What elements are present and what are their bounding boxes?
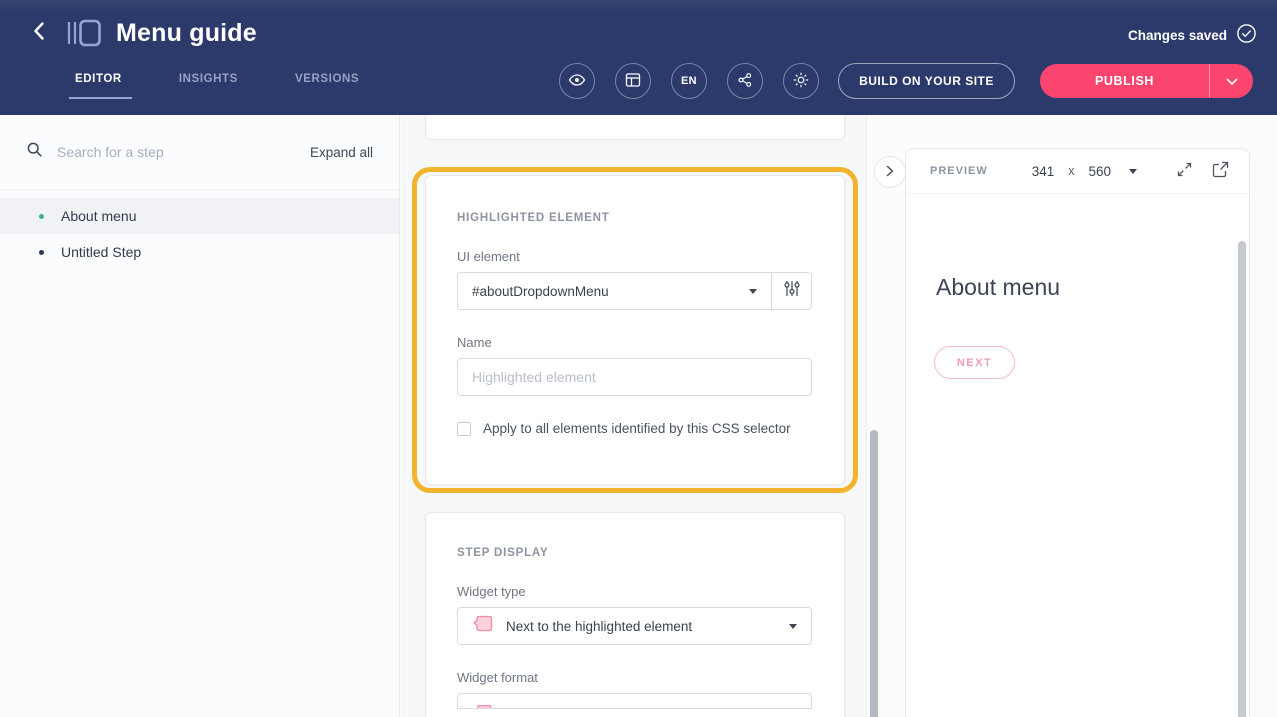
publish-button[interactable]: PUBLISH <box>1040 64 1209 98</box>
changes-saved-text: Changes saved <box>1128 28 1227 43</box>
ui-element-value: #aboutDropdownMenu <box>472 284 737 299</box>
publish-split-button: PUBLISH <box>1040 64 1253 98</box>
expand-all-link[interactable]: Expand all <box>310 145 373 160</box>
check-circle-icon <box>1236 23 1257 47</box>
preview-next-button[interactable]: NEXT <box>934 346 1015 379</box>
card-heading: STEP DISPLAY <box>457 547 812 559</box>
name-label: Name <box>457 335 812 350</box>
step-label: About menu <box>61 208 137 224</box>
fullscreen-preview-button[interactable] <box>1176 161 1193 181</box>
steps-sidebar: Expand all About menu Untitled Step <box>0 115 400 717</box>
select-caret-icon <box>789 624 797 629</box>
step-bullet-icon <box>39 214 44 219</box>
gear-icon <box>792 71 810 92</box>
widget-format-select-partial[interactable] <box>457 693 812 709</box>
step-label: Untitled Step <box>61 244 141 260</box>
changes-saved-status: Changes saved <box>1128 23 1257 47</box>
apply-all-checkbox-row: Apply to all elements identified by this… <box>457 421 812 436</box>
highlighted-element-card: HIGHLIGHTED ELEMENT UI element #aboutDro… <box>425 175 845 485</box>
ui-element-select[interactable]: #aboutDropdownMenu <box>458 273 771 309</box>
sliders-icon <box>783 280 801 302</box>
apply-all-checkbox-label: Apply to all elements identified by this… <box>483 421 791 436</box>
build-on-your-site-button[interactable]: BUILD ON YOUR SITE <box>838 63 1015 99</box>
preview-size-selector[interactable]: 341 x 560 <box>1032 164 1137 179</box>
step-item-untitled-step[interactable]: Untitled Step <box>0 234 399 270</box>
step-item-about-menu[interactable]: About menu <box>0 198 399 234</box>
top-header: Menu guide EDITOR INSIGHTS VERSIONS EN <box>0 0 1277 115</box>
step-editor-column: HIGHLIGHTED ELEMENT UI element #aboutDro… <box>401 115 880 717</box>
settings-button[interactable] <box>783 63 819 99</box>
layout-icon <box>625 72 641 91</box>
header-icon-buttons: EN <box>559 63 819 99</box>
language-button[interactable]: EN <box>671 63 707 99</box>
card-heading: HIGHLIGHTED ELEMENT <box>457 212 812 224</box>
preview-scrollbar-thumb[interactable] <box>1238 241 1246 717</box>
step-search-row: Expand all <box>0 115 399 190</box>
size-caret-icon <box>1129 169 1137 174</box>
widget-type-value: Next to the highlighted element <box>506 619 777 634</box>
preview-width-value: 341 <box>1032 164 1055 179</box>
step-bullet-icon <box>39 250 44 255</box>
back-chevron-icon <box>32 21 46 46</box>
highlighted-element-name-input[interactable] <box>457 358 812 396</box>
tab-versions[interactable]: VERSIONS <box>295 73 359 99</box>
page-title: Menu guide <box>116 19 257 48</box>
open-external-button[interactable] <box>1212 161 1229 181</box>
preview-eye-button[interactable] <box>559 63 595 99</box>
size-separator: x <box>1068 164 1074 178</box>
element-picker-button[interactable] <box>771 273 811 309</box>
preview-header: PREVIEW 341 x 560 <box>906 149 1249 194</box>
widget-type-label: Widget type <box>457 584 812 599</box>
search-step-input[interactable] <box>57 144 296 160</box>
header-tabs: EDITOR INSIGHTS VERSIONS <box>75 73 359 99</box>
external-link-icon <box>1212 161 1229 181</box>
layout-button[interactable] <box>615 63 651 99</box>
language-label: EN <box>681 75 697 87</box>
preview-height-value: 560 <box>1089 164 1112 179</box>
app-screen: Menu guide EDITOR INSIGHTS VERSIONS EN <box>0 0 1277 717</box>
widget-type-select[interactable]: Next to the highlighted element <box>458 608 811 644</box>
editor-scrollbar-thumb[interactable] <box>870 430 878 717</box>
share-icon <box>737 72 753 91</box>
preview-label: PREVIEW <box>930 165 988 177</box>
back-button[interactable] <box>26 16 52 50</box>
preview-panel: PREVIEW 341 x 560 <box>905 148 1250 717</box>
search-icon <box>26 141 43 163</box>
select-caret-icon <box>749 289 757 294</box>
eye-icon <box>568 71 586 92</box>
widget-bubble-icon <box>472 614 494 638</box>
preview-body: About menu NEXT <box>906 194 1249 717</box>
publish-dropdown-button[interactable] <box>1209 64 1253 98</box>
widget-format-label: Widget format <box>457 670 812 685</box>
share-button[interactable] <box>727 63 763 99</box>
ui-element-select-row: #aboutDropdownMenu <box>457 272 812 310</box>
tab-insights[interactable]: INSIGHTS <box>179 73 238 99</box>
chevron-right-icon <box>886 164 894 180</box>
guide-logo-icon <box>66 18 102 48</box>
editor-scrollbar-track <box>866 115 880 717</box>
expand-arrows-icon <box>1176 161 1193 181</box>
widget-type-select-row: Next to the highlighted element <box>457 607 812 645</box>
preview-step-title: About menu <box>936 274 1060 301</box>
step-display-card: STEP DISPLAY Widget type Next to the hig… <box>425 512 845 717</box>
chevron-down-icon <box>1226 74 1238 89</box>
apply-all-checkbox[interactable] <box>457 422 471 436</box>
previous-card-partial <box>425 115 845 140</box>
ui-element-label: UI element <box>457 249 812 264</box>
widget-bubble-icon <box>473 703 493 708</box>
collapse-preview-button[interactable] <box>874 156 906 188</box>
steps-list: About menu Untitled Step <box>0 190 399 270</box>
tab-editor[interactable]: EDITOR <box>75 73 122 99</box>
